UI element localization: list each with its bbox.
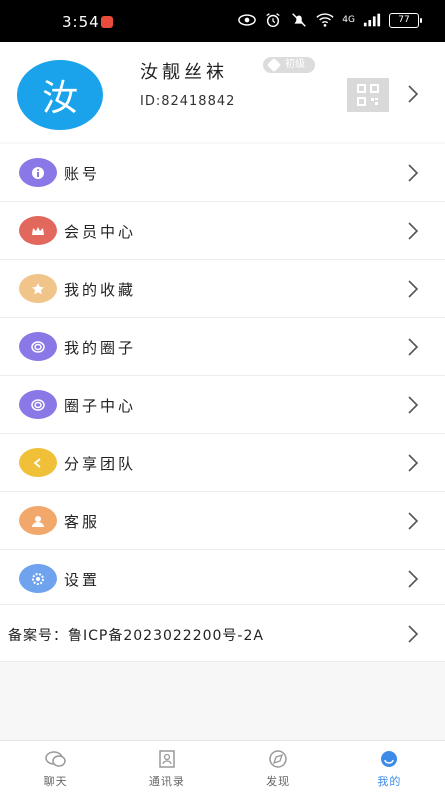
bottom-nav: 聊天 通讯录 发现 我的	[0, 740, 445, 795]
tab-label: 我的	[377, 775, 402, 788]
chevron-right-icon[interactable]	[407, 84, 419, 104]
menu-item-label: 圈子中心	[64, 397, 137, 415]
chevron-right-icon	[407, 163, 419, 183]
star-icon	[19, 274, 57, 303]
status-icons: 4G 77	[238, 12, 422, 28]
settings-menu: 账号 会员中心 我的收藏 我的圈子 圈子中心 分享团队 客服 设置	[0, 144, 445, 608]
tab-label: 发现	[266, 775, 291, 788]
circle-icon	[19, 332, 57, 361]
icp-record-row[interactable]: 备案号：鲁ICP备2023022200号-2A	[0, 604, 445, 662]
menu-item-share-team[interactable]: 分享团队	[0, 434, 445, 492]
menu-item-label: 客服	[64, 513, 101, 531]
circle-center-icon	[19, 390, 57, 419]
battery-level: 77	[398, 15, 410, 25]
tab-me[interactable]: 我的	[334, 741, 445, 795]
level-label: 初级	[285, 59, 305, 70]
menu-item-label: 我的收藏	[64, 281, 137, 299]
chevron-right-icon	[407, 453, 419, 473]
chevron-right-icon	[407, 569, 419, 589]
notification-icon	[101, 16, 113, 28]
chevron-right-icon	[407, 511, 419, 531]
user-id: ID:82418842	[140, 94, 236, 109]
status-bar: 3:54 4G 77	[0, 0, 445, 42]
crown-icon	[19, 216, 57, 245]
share-icon	[19, 448, 57, 477]
menu-item-label: 设置	[64, 571, 101, 589]
menu-item-vip-center[interactable]: 会员中心	[0, 202, 445, 260]
menu-item-customer-service[interactable]: 客服	[0, 492, 445, 550]
chevron-right-icon	[407, 395, 419, 415]
menu-item-account[interactable]: 账号	[0, 144, 445, 202]
chevron-right-icon	[407, 221, 419, 241]
eye-icon	[238, 14, 257, 26]
diamond-icon	[266, 57, 282, 73]
menu-item-label: 账号	[64, 165, 101, 183]
chevron-right-icon	[407, 279, 419, 299]
service-icon	[19, 506, 57, 535]
contacts-icon	[156, 749, 178, 769]
menu-item-favorites[interactable]: 我的收藏	[0, 260, 445, 318]
menu-item-label: 我的圈子	[64, 339, 137, 357]
alarm-icon	[266, 13, 280, 28]
status-time: 3:54	[62, 13, 100, 31]
chat-icon	[44, 749, 67, 769]
nickname: 汝靓丝袜	[140, 62, 228, 83]
menu-item-settings[interactable]: 设置	[0, 550, 445, 608]
discover-icon	[267, 749, 289, 769]
chevron-right-icon	[407, 624, 419, 644]
chevron-right-icon	[407, 337, 419, 357]
tab-label: 通讯录	[148, 775, 185, 788]
settings-icon	[19, 564, 57, 593]
tab-chat[interactable]: 聊天	[0, 741, 111, 795]
wifi-icon	[316, 13, 334, 27]
network-type: 4G	[342, 14, 355, 25]
menu-item-label: 分享团队	[64, 455, 137, 473]
tab-discover[interactable]: 发现	[223, 741, 334, 795]
icp-record-text: 备案号：鲁ICP备2023022200号-2A	[8, 628, 264, 644]
tab-contacts[interactable]: 通讯录	[111, 741, 222, 795]
menu-item-label: 会员中心	[64, 223, 137, 241]
profile-header[interactable]: 汝 汝靓丝袜 初级 ID:82418842	[0, 42, 445, 142]
level-badge: 初级	[263, 57, 315, 73]
info-icon	[19, 158, 57, 187]
menu-item-circle-center[interactable]: 圈子中心	[0, 376, 445, 434]
qr-code-icon[interactable]	[347, 78, 389, 112]
signal-icon	[363, 13, 381, 27]
battery-icon: 77	[389, 12, 422, 28]
tab-label: 聊天	[43, 775, 68, 788]
avatar[interactable]: 汝	[17, 60, 103, 130]
mute-icon	[292, 13, 307, 27]
menu-item-my-circles[interactable]: 我的圈子	[0, 318, 445, 376]
me-icon	[378, 749, 400, 769]
